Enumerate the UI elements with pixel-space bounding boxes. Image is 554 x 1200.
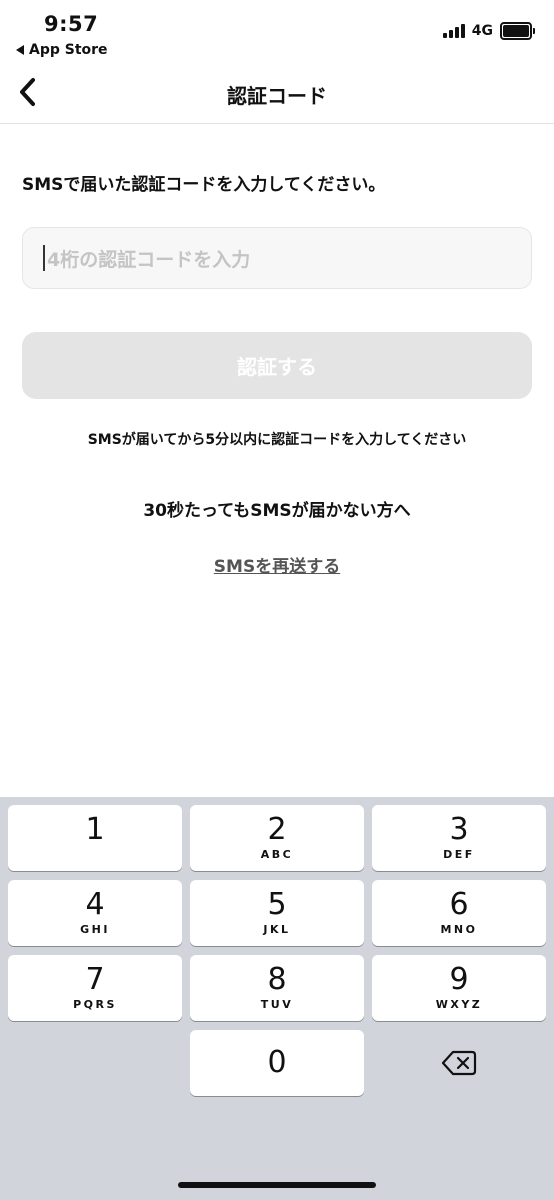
verification-code-input[interactable]: 4桁の認証コードを入力 bbox=[22, 227, 532, 289]
no-sms-heading: 30秒たってもSMSが届かない方へ bbox=[143, 501, 411, 521]
key-7[interactable]: 7 PQRS bbox=[8, 955, 182, 1021]
page-title: 認証コード bbox=[227, 84, 327, 108]
key-9[interactable]: 9 WXYZ bbox=[372, 955, 546, 1021]
key-digit: 5 bbox=[267, 887, 287, 922]
key-digit: 9 bbox=[449, 962, 469, 997]
key-digit: 1 bbox=[85, 812, 105, 847]
key-letters: PQRS bbox=[73, 998, 117, 1011]
status-bar: 9:57 App Store 4G bbox=[0, 0, 554, 62]
key-8[interactable]: 8 TUV bbox=[190, 955, 364, 1021]
key-digit: 2 bbox=[267, 812, 287, 847]
resend-sms-container: SMSを再送する bbox=[0, 552, 554, 577]
verify-button[interactable]: 認証する bbox=[22, 332, 532, 399]
key-letters: ABC bbox=[260, 848, 294, 861]
back-triangle-icon bbox=[16, 45, 24, 55]
code-input-placeholder: 4桁の認証コードを入力 bbox=[47, 248, 251, 271]
key-5[interactable]: 5 JKL bbox=[190, 880, 364, 946]
time-limit-note: SMSが届いてから5分以内に認証コードを入力してください bbox=[87, 432, 467, 448]
key-3[interactable]: 3 DEF bbox=[372, 805, 546, 871]
back-app-label: App Store bbox=[29, 42, 108, 58]
key-letters: GHI bbox=[80, 923, 110, 936]
key-0[interactable]: 0 bbox=[190, 1030, 364, 1096]
home-indicator[interactable] bbox=[178, 1182, 376, 1188]
delete-key[interactable] bbox=[372, 1030, 546, 1096]
numeric-keyboard: 1 2 ABC 3 DEF 4 GHI 5 JKL 6 MNO 7 PQRS 8… bbox=[0, 797, 554, 1200]
key-letters: TUV bbox=[260, 998, 294, 1011]
back-to-app-store-link[interactable]: App Store bbox=[16, 42, 108, 58]
key-2[interactable]: 2 ABC bbox=[190, 805, 364, 871]
status-time: 9:57 bbox=[44, 12, 99, 36]
key-digit: 6 bbox=[449, 887, 469, 922]
key-digit: 4 bbox=[85, 887, 105, 922]
key-letters: JKL bbox=[263, 923, 291, 936]
status-indicators: 4G bbox=[442, 22, 535, 40]
verify-button-label: 認証する bbox=[237, 355, 317, 379]
key-digit: 7 bbox=[85, 962, 105, 997]
key-letters: WXYZ bbox=[435, 998, 483, 1011]
key-4[interactable]: 4 GHI bbox=[8, 880, 182, 946]
battery-icon bbox=[500, 22, 535, 40]
key-digit: 3 bbox=[449, 812, 469, 847]
text-cursor bbox=[43, 245, 45, 271]
delete-backspace-icon bbox=[441, 1050, 477, 1076]
instruction-text: SMSで届いた認証コードを入力してください。 bbox=[22, 175, 386, 195]
key-6[interactable]: 6 MNO bbox=[372, 880, 546, 946]
network-type: 4G bbox=[471, 23, 493, 39]
key-letters: MNO bbox=[440, 923, 478, 936]
cellular-signal-icon bbox=[442, 24, 465, 38]
key-letters: DEF bbox=[443, 848, 475, 861]
resend-sms-link[interactable]: SMSを再送する bbox=[214, 557, 340, 577]
key-1[interactable]: 1 bbox=[8, 805, 182, 871]
navigation-bar: 認証コード bbox=[0, 62, 554, 124]
key-digit: 0 bbox=[267, 1045, 287, 1080]
key-digit: 8 bbox=[267, 962, 287, 997]
